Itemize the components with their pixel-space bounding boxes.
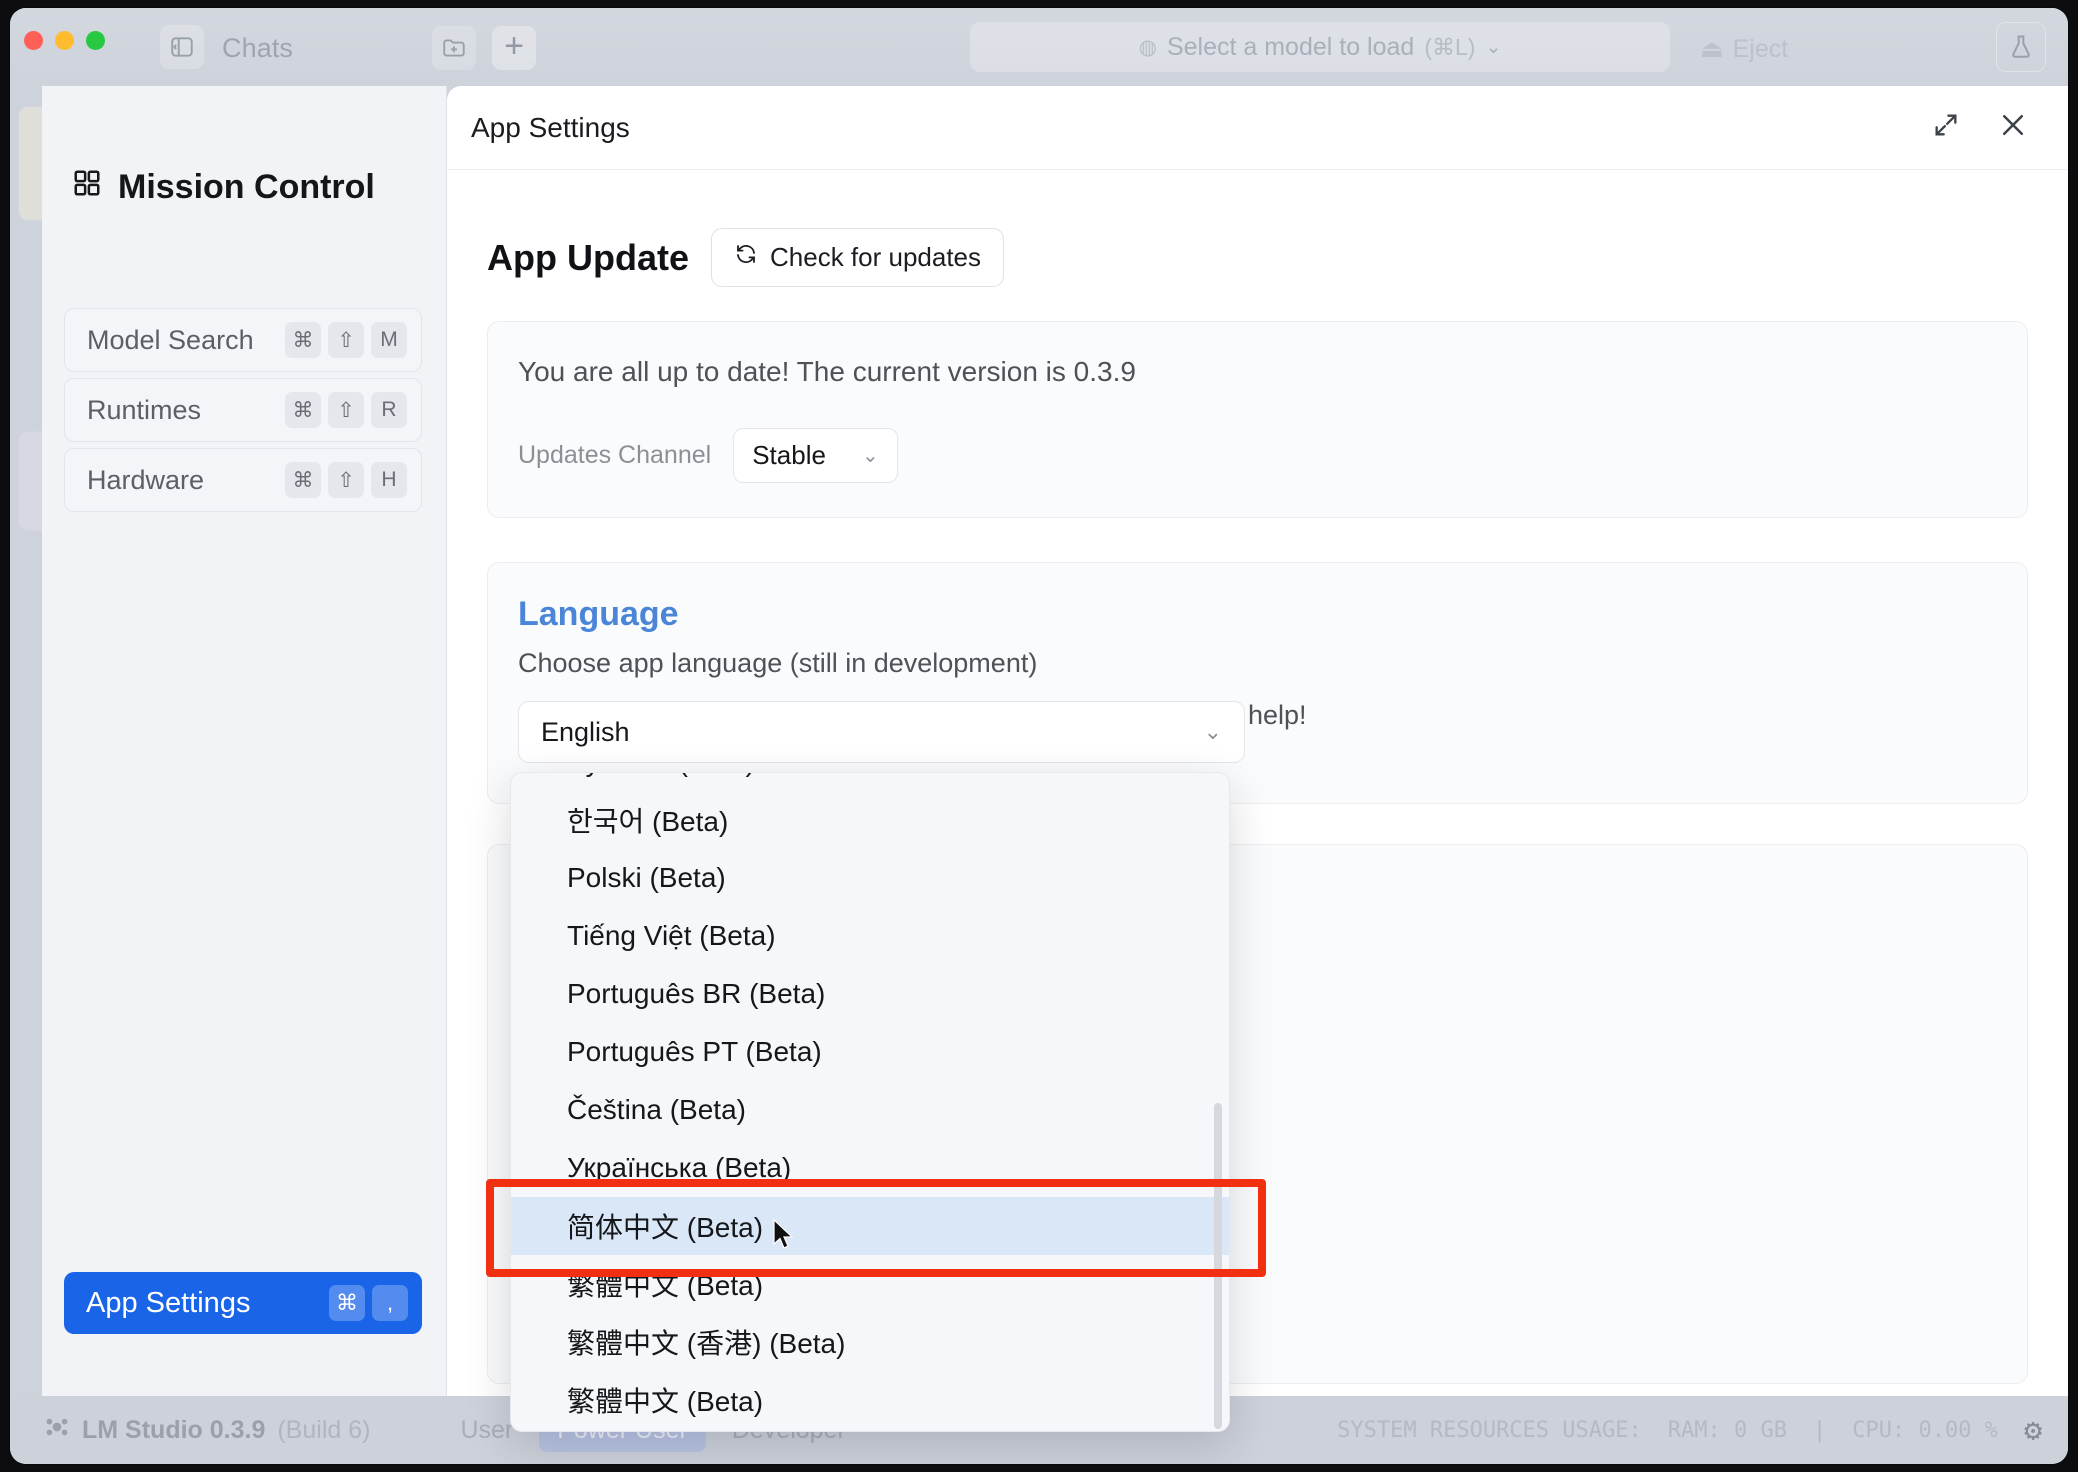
sidebar-item-label: App Settings	[86, 1286, 251, 1319]
settings-panel-actions	[1932, 110, 2068, 145]
language-heading: Language	[518, 595, 679, 633]
mission-control-title: Mission Control	[72, 168, 375, 207]
updates-channel-row: Updates Channel Stable ⌄	[518, 428, 1997, 483]
updates-channel-label: Updates Channel	[518, 441, 712, 469]
language-selected-value: English	[541, 716, 630, 747]
mouse-cursor	[772, 1218, 796, 1258]
app-update-section-header: App Update Check for updates	[487, 228, 2068, 287]
mission-control-list: Model Search ⌘ ⇧ M Runtimes ⌘ ⇧ R Hardwa…	[64, 308, 422, 518]
ram-usage: RAM: 0 GB	[1667, 1417, 1787, 1443]
language-option[interactable]: Polski (Beta)	[511, 849, 1229, 907]
shortcut-keys: ⌘ ,	[329, 1285, 408, 1321]
app-update-heading: App Update	[487, 236, 689, 278]
cube-icon: ◍	[1138, 35, 1157, 59]
key-letter: H	[371, 462, 407, 498]
mission-control-sidebar: Mission Control Model Search ⌘ ⇧ M Runti…	[42, 86, 447, 1396]
app-name: LM Studio 0.3.9	[82, 1415, 266, 1444]
key-cmd: ⌘	[285, 462, 321, 498]
language-option[interactable]: Čeština (Beta)	[511, 1081, 1229, 1139]
sidebar-item-label: Model Search	[87, 324, 254, 355]
language-option-simplified-chinese[interactable]: 简体中文 (Beta)	[511, 1197, 1229, 1255]
grid-icon	[72, 168, 102, 207]
new-folder-icon[interactable]	[432, 26, 476, 70]
close-icon[interactable]	[1998, 110, 2028, 145]
key-shift: ⇧	[328, 462, 364, 498]
resources-separator: |	[1812, 1417, 1827, 1443]
panel-left-icon[interactable]	[160, 25, 204, 69]
key-shift: ⇧	[328, 322, 364, 358]
collapse-arrows-icon[interactable]	[1932, 111, 1960, 144]
page-title: App Settings	[471, 111, 630, 143]
chats-label: Chats	[222, 33, 294, 63]
updates-channel-select[interactable]: Stable ⌄	[733, 428, 898, 483]
traffic-lights	[24, 31, 105, 50]
cpu-usage: CPU: 0.00 %	[1852, 1417, 1998, 1443]
key-cmd: ⌘	[285, 392, 321, 428]
main-window: Chats + ◍ Select a model to load (⌘L) ⌄ …	[10, 8, 2068, 1464]
language-option[interactable]: 繁體中文 (香港) (Beta)	[511, 1313, 1229, 1371]
window-titlebar: Chats + ◍ Select a model to load (⌘L) ⌄ …	[10, 8, 2068, 86]
key-letter: M	[371, 322, 407, 358]
sidebar-item-label: Runtimes	[87, 394, 202, 425]
eject-button[interactable]: ⏏ Eject	[1700, 34, 1788, 64]
language-option[interactable]: 繁體中文 (Beta)	[511, 1255, 1229, 1313]
mission-control-title-text: Mission Control	[118, 168, 375, 206]
lm-studio-icon	[44, 1414, 70, 1447]
language-dropdown-menu[interactable]: Русский (Beta) 한국어 (Beta) Polski (Beta) …	[510, 772, 1230, 1432]
updates-channel-value: Stable	[752, 440, 826, 470]
language-subtitle: Choose app language (still in developmen…	[518, 648, 1038, 678]
close-window-button[interactable]	[24, 31, 43, 50]
sidebar-item-app-settings[interactable]: App Settings ⌘ ,	[64, 1272, 422, 1334]
window-body: Mission Control Model Search ⌘ ⇧ M Runti…	[10, 86, 2068, 1432]
sidebar-item-label: Hardware	[87, 464, 205, 495]
resources-label: SYSTEM RESOURCES USAGE:	[1337, 1417, 1642, 1443]
language-option[interactable]: Tiếng Việt (Beta)	[511, 907, 1229, 965]
language-select[interactable]: English ⌄	[518, 701, 1245, 763]
check-for-updates-button[interactable]: Check for updates	[711, 228, 1005, 287]
system-resources: SYSTEM RESOURCES USAGE: RAM: 0 GB | CPU:…	[1337, 1413, 2042, 1448]
shortcut-keys: ⌘ ⇧ M	[285, 322, 407, 358]
model-selector-button[interactable]: ◍ Select a model to load (⌘L) ⌄	[970, 22, 1670, 72]
gear-icon[interactable]: ⚙	[2024, 1413, 2042, 1448]
key-comma: ,	[372, 1285, 408, 1321]
app-root: Chats + ◍ Select a model to load (⌘L) ⌄ …	[0, 0, 2078, 1472]
status-bar-app-info: LM Studio 0.3.9 (Build 6)	[44, 1414, 370, 1447]
app-build: (Build 6)	[277, 1415, 371, 1444]
minimize-window-button[interactable]	[55, 31, 74, 50]
language-help-text: help!	[1248, 700, 1307, 730]
language-dropdown-list: Русский (Beta) 한국어 (Beta) Polski (Beta) …	[511, 773, 1229, 1429]
language-option[interactable]: Português BR (Beta)	[511, 965, 1229, 1023]
shortcut-keys: ⌘ ⇧ R	[285, 392, 407, 428]
language-card: Language Choose app language (still in d…	[487, 562, 2028, 804]
language-option[interactable]: Português PT (Beta)	[511, 1023, 1229, 1081]
key-cmd: ⌘	[285, 322, 321, 358]
update-status-card: You are all up to date! The current vers…	[487, 321, 2028, 518]
chevron-down-icon: ⌄	[861, 445, 879, 467]
language-option[interactable]: 繁體中文 (Beta)	[511, 1371, 1229, 1429]
update-status-text: You are all up to date! The current vers…	[518, 356, 1136, 387]
language-option[interactable]: 한국어 (Beta)	[511, 791, 1229, 849]
eject-icon: ⏏	[1700, 35, 1724, 63]
refresh-icon	[734, 242, 758, 273]
plus-icon[interactable]: +	[492, 26, 536, 70]
key-letter: R	[371, 392, 407, 428]
eject-label: Eject	[1732, 34, 1789, 63]
chevron-down-icon: ⌄	[1485, 36, 1502, 58]
model-selector-shortcut: (⌘L)	[1424, 33, 1476, 60]
flask-icon[interactable]	[1996, 22, 2046, 72]
dropdown-scrollbar[interactable]	[1214, 1103, 1222, 1429]
key-cmd: ⌘	[329, 1285, 365, 1321]
model-selector-label: Select a model to load	[1166, 32, 1415, 61]
sidebar-item-model-search[interactable]: Model Search ⌘ ⇧ M	[64, 308, 422, 372]
language-option[interactable]: Українська (Beta)	[511, 1139, 1229, 1197]
language-option[interactable]: Русский (Beta)	[511, 773, 1229, 791]
sidebar-item-hardware[interactable]: Hardware ⌘ ⇧ H	[64, 448, 422, 512]
shortcut-keys: ⌘ ⇧ H	[285, 462, 407, 498]
settings-panel-header: App Settings	[447, 86, 2068, 170]
sidebar-item-runtimes[interactable]: Runtimes ⌘ ⇧ R	[64, 378, 422, 442]
chevron-down-icon: ⌄	[1203, 719, 1222, 744]
key-shift: ⇧	[328, 392, 364, 428]
maximize-window-button[interactable]	[86, 31, 105, 50]
check-for-updates-label: Check for updates	[770, 242, 982, 272]
